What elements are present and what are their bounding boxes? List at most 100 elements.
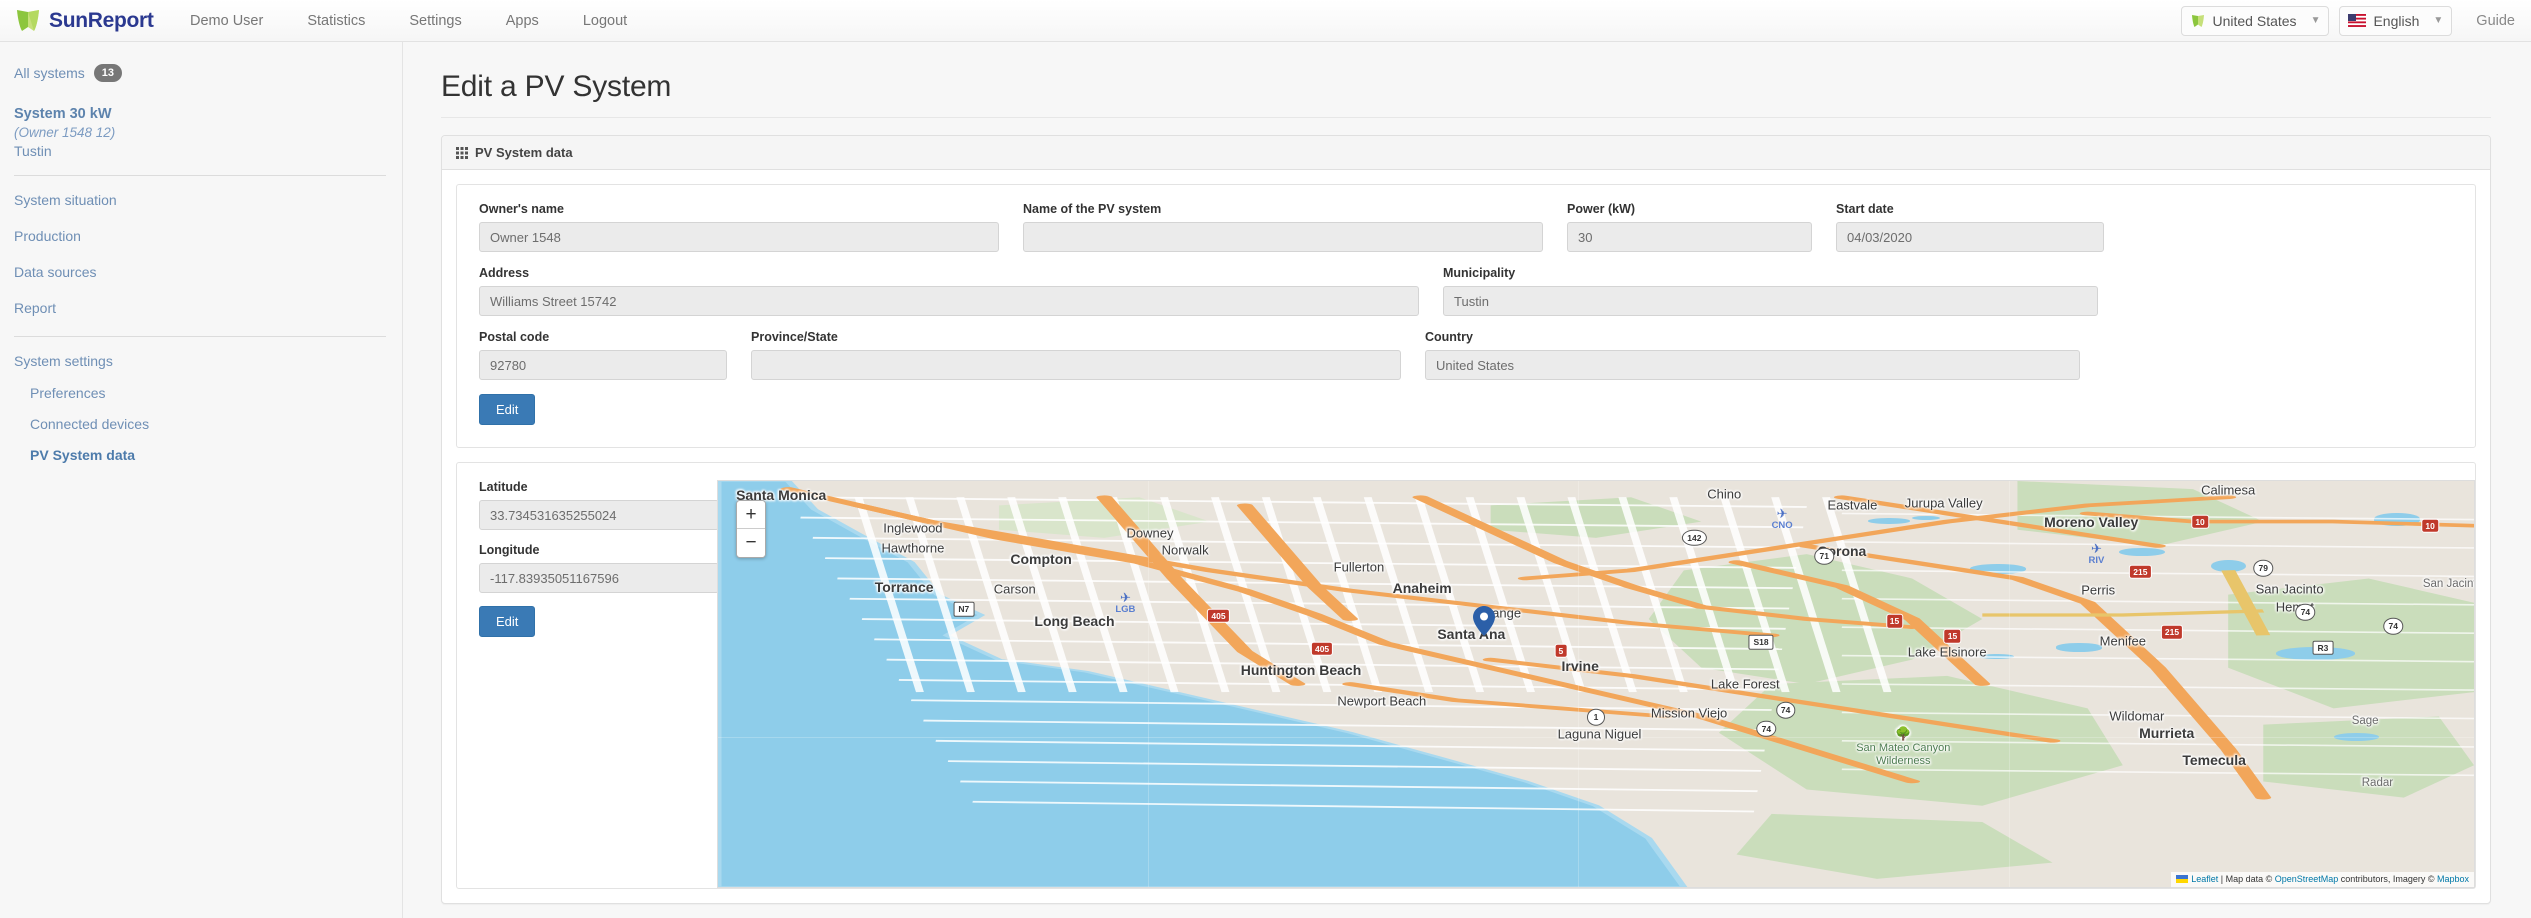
location-and-map-row: Latitude Longitude Edit Santa MonicaIngl… bbox=[457, 480, 2475, 888]
pv-system-location-marker[interactable] bbox=[1472, 606, 1495, 637]
nav-links: Demo User Statistics Settings Apps Logou… bbox=[168, 0, 649, 42]
country-selector-value: United States bbox=[2212, 12, 2297, 29]
edit-pv-system-button[interactable]: Edit bbox=[479, 394, 536, 425]
label-power-kw: Power (kW) bbox=[1567, 202, 1636, 216]
brand-name: SunReport bbox=[49, 8, 154, 32]
chevron-down-icon: ▼ bbox=[2310, 15, 2321, 26]
panel-header: PV System data bbox=[442, 136, 2490, 170]
label-country: Country bbox=[1425, 330, 1473, 344]
sidebar-item-data-sources[interactable]: Data sources bbox=[14, 264, 96, 280]
pv-system-data-panel: PV System data Owner's name Name of the … bbox=[441, 135, 2491, 904]
grid-icon bbox=[456, 146, 468, 159]
leaf-icon bbox=[2191, 14, 2204, 27]
location-map[interactable]: Santa Monica Inglewood Hawthorne Compton Dow… bbox=[717, 480, 2475, 888]
main-content: Edit a PV System PV System data Owner's … bbox=[403, 42, 2531, 918]
us-flag-icon bbox=[2348, 14, 2367, 27]
field-pv-system-name: Name of the PV system bbox=[1023, 202, 1543, 252]
label-pv-system-name: Name of the PV system bbox=[1023, 202, 1162, 216]
form-row-2: Address Municipality bbox=[479, 266, 2453, 316]
field-postal-code: Postal code bbox=[479, 330, 727, 380]
leaf-logo-icon bbox=[17, 9, 39, 31]
owner-name-input[interactable] bbox=[479, 222, 999, 252]
nav-logout[interactable]: Logout bbox=[561, 0, 649, 42]
all-systems-count-badge: 13 bbox=[93, 64, 123, 83]
sidebar-item-pv-system-data[interactable]: PV System data bbox=[30, 447, 135, 463]
label-owner-name: Owner's name bbox=[479, 202, 564, 216]
sidebar-item-connected-devices[interactable]: Connected devices bbox=[30, 416, 149, 432]
form-row-3: Postal code Province/State Country bbox=[479, 330, 2453, 380]
zoom-in-button[interactable]: + bbox=[737, 501, 765, 529]
map-zoom-controls: + − bbox=[736, 500, 766, 558]
field-longitude: Longitude bbox=[479, 543, 719, 593]
sidebar-group-system-settings: System settings bbox=[14, 353, 113, 370]
municipality-input[interactable] bbox=[1443, 286, 2098, 316]
map-canvas[interactable]: Santa Monica Inglewood Hawthorne Compton Dow… bbox=[718, 481, 2474, 887]
sidebar-divider bbox=[14, 175, 386, 177]
sidebar-item-report[interactable]: Report bbox=[14, 300, 56, 316]
nav-apps[interactable]: Apps bbox=[484, 0, 561, 42]
location-section: Latitude Longitude Edit Santa MonicaIngl… bbox=[456, 462, 2476, 889]
zoom-out-button[interactable]: − bbox=[737, 529, 765, 557]
nav-settings[interactable]: Settings bbox=[387, 0, 483, 42]
current-system-owner: (Owner 1548 12) bbox=[14, 125, 116, 141]
field-municipality: Municipality bbox=[1443, 266, 2098, 316]
all-systems-row: All systems 13 bbox=[14, 64, 402, 83]
province-state-input[interactable] bbox=[751, 350, 1401, 380]
current-system-name: System 30 kW bbox=[14, 106, 112, 123]
field-country: Country bbox=[1425, 330, 2080, 380]
language-selector[interactable]: English ▼ bbox=[2339, 5, 2453, 36]
field-owner-name: Owner's name bbox=[479, 202, 999, 252]
power-kw-input[interactable] bbox=[1567, 222, 1812, 252]
panel-title: PV System data bbox=[475, 145, 573, 160]
longitude-input[interactable] bbox=[479, 563, 719, 593]
latitude-input[interactable] bbox=[479, 500, 719, 530]
guide-link[interactable]: Guide bbox=[2476, 13, 2515, 29]
label-longitude: Longitude bbox=[479, 543, 540, 557]
field-province-state: Province/State bbox=[751, 330, 1401, 380]
attribution-mid: | Map data © bbox=[2218, 874, 2275, 885]
pv-system-form: Owner's name Name of the PV system Power… bbox=[456, 184, 2476, 448]
sidebar-item-production[interactable]: Production bbox=[14, 228, 81, 244]
field-address: Address bbox=[479, 266, 1419, 316]
country-input[interactable] bbox=[1425, 350, 2080, 380]
openstreetmap-link[interactable]: OpenStreetMap bbox=[2275, 874, 2339, 884]
field-power-kw: Power (kW) bbox=[1567, 202, 1812, 252]
coordinates-form: Latitude Longitude Edit bbox=[457, 480, 719, 888]
label-municipality: Municipality bbox=[1443, 266, 1516, 280]
field-start-date: Start date bbox=[1836, 202, 2104, 252]
edit-coordinates-button[interactable]: Edit bbox=[479, 606, 536, 637]
road-network bbox=[780, 487, 2474, 813]
label-postal-code: Postal code bbox=[479, 330, 550, 344]
address-input[interactable] bbox=[479, 286, 1419, 316]
panel-body: Owner's name Name of the PV system Power… bbox=[442, 170, 2490, 903]
top-navigation-bar: SunReport Demo User Statistics Settings … bbox=[0, 0, 2531, 42]
all-systems-link[interactable]: All systems bbox=[14, 65, 85, 81]
start-date-input[interactable] bbox=[1836, 222, 2104, 252]
field-latitude: Latitude bbox=[479, 480, 719, 530]
label-province-state: Province/State bbox=[751, 330, 838, 344]
pv-system-name-input[interactable] bbox=[1023, 222, 1543, 252]
map-attribution: Leaflet | Map data © OpenStreetMap contr… bbox=[2171, 872, 2474, 887]
nav-statistics[interactable]: Statistics bbox=[285, 0, 387, 42]
sidebar-item-preferences[interactable]: Preferences bbox=[30, 385, 105, 401]
label-latitude: Latitude bbox=[479, 480, 528, 494]
label-start-date: Start date bbox=[1836, 202, 1894, 216]
country-selector[interactable]: United States ▼ bbox=[2180, 5, 2330, 36]
sidebar-item-system-situation[interactable]: System situation bbox=[14, 192, 117, 208]
chevron-down-icon: ▼ bbox=[2433, 15, 2444, 26]
page-title: Edit a PV System bbox=[441, 70, 2491, 118]
ukraine-flag-icon bbox=[2176, 875, 2189, 884]
leaflet-link[interactable]: Leaflet bbox=[2191, 874, 2218, 884]
sidebar-divider-2 bbox=[14, 336, 386, 338]
mapbox-link[interactable]: Mapbox bbox=[2437, 874, 2469, 884]
nav-right-controls: United States ▼ English ▼ Guide bbox=[2171, 5, 2531, 36]
brand-logo[interactable]: SunReport bbox=[0, 7, 154, 35]
current-system-city: Tustin bbox=[14, 143, 52, 160]
attribution-tail: contributors, Imagery © bbox=[2338, 874, 2437, 885]
language-selector-value: English bbox=[2373, 12, 2420, 29]
sidebar: All systems 13 System 30 kW (Owner 1548 … bbox=[0, 42, 403, 918]
label-address: Address bbox=[479, 266, 530, 280]
form-row-1: Owner's name Name of the PV system Power… bbox=[479, 202, 2453, 252]
nav-demo-user[interactable]: Demo User bbox=[168, 0, 285, 42]
postal-code-input[interactable] bbox=[479, 350, 727, 380]
